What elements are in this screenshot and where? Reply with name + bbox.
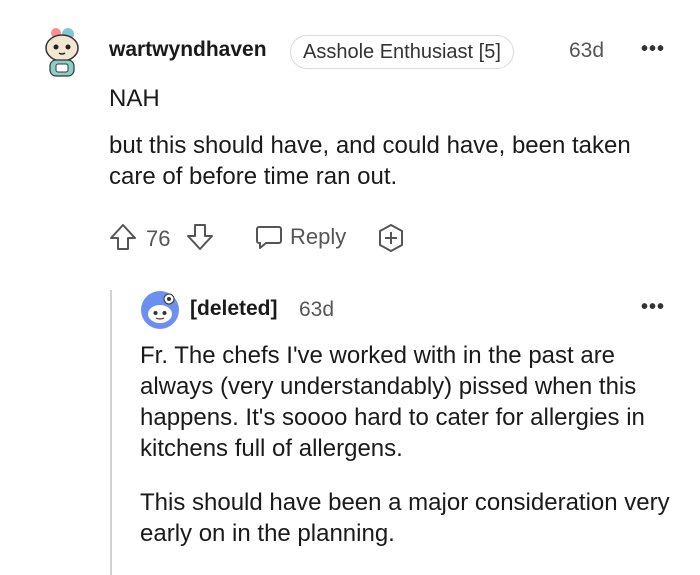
reply-more-button[interactable]: ••• (641, 296, 665, 319)
award-icon (379, 224, 403, 252)
comment-body: but this should have, and could have, be… (109, 132, 631, 190)
downvote-icon (187, 224, 213, 250)
upvote-icon (110, 224, 136, 250)
comment-username[interactable]: wartwyndhaven (109, 38, 267, 62)
downvote-button[interactable] (185, 222, 215, 257)
more-icon: ••• (641, 38, 666, 60)
reply-paragraph: Fr. The chefs I've worked with in the pa… (140, 342, 645, 462)
more-icon: ••• (641, 296, 666, 318)
reply-icon (256, 226, 282, 249)
comment-age[interactable]: 63d (569, 39, 604, 63)
reply-button[interactable]: Reply (254, 222, 346, 252)
cat-avatar-icon (45, 28, 79, 77)
user-avatar[interactable] (34, 24, 90, 82)
award-button[interactable] (375, 222, 407, 259)
reply-label: Reply (290, 224, 347, 249)
user-flair: Asshole Enthusiast [5] (290, 35, 514, 69)
vote-count: 76 (146, 226, 171, 251)
comment-more-button[interactable]: ••• (641, 38, 665, 61)
comment-verdict: NAH (109, 85, 160, 112)
thread-line[interactable] (110, 290, 112, 575)
reply-paragraph: This should have been a major considerat… (140, 489, 670, 547)
upvote-button[interactable] (108, 222, 138, 257)
reply-username[interactable]: [deleted] (190, 297, 278, 321)
snoo-avatar-icon (141, 291, 179, 329)
reply-avatar[interactable] (140, 290, 180, 330)
reply-age[interactable]: 63d (299, 298, 334, 322)
